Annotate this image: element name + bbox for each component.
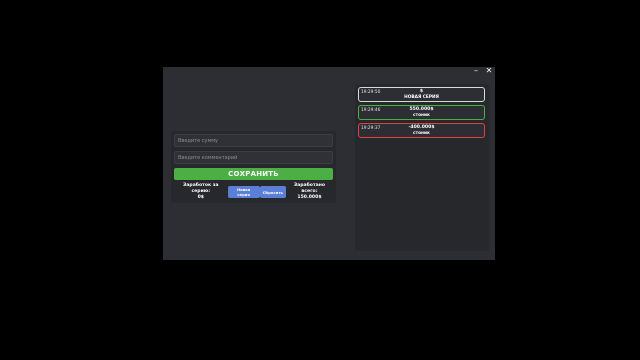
- log-entry-amount: -400.000$: [408, 125, 435, 130]
- history-panel: 19:29:50 $ НОВАЯ СЕРИЯ 19:29:46 550.000$…: [355, 84, 489, 251]
- total-earnings: Заработано всего: 150.000$: [286, 183, 333, 201]
- window-controls: – ✕: [472, 67, 493, 75]
- log-entry-label: стоник: [413, 131, 430, 136]
- stats-row: Заработок за серию: 0$ Новая серия Сброс…: [174, 183, 333, 201]
- app-window: – ✕ СОХРАНИТЬ Заработок за серию: 0$ Нов…: [163, 67, 495, 260]
- save-button[interactable]: СОХРАНИТЬ: [174, 168, 333, 180]
- total-earnings-label: Заработано всего:: [293, 183, 326, 194]
- series-earnings-value: 0$: [197, 195, 204, 200]
- log-entry: 19:29:50 $ НОВАЯ СЕРИЯ: [358, 87, 485, 102]
- series-earnings: Заработок за серию: 0$: [174, 183, 228, 201]
- comment-input[interactable]: [174, 151, 333, 164]
- close-icon[interactable]: ✕: [485, 67, 493, 75]
- log-entry-label: стоник: [413, 113, 430, 118]
- reset-button[interactable]: Сбросить: [259, 186, 286, 198]
- log-entry-amount: $: [419, 89, 424, 94]
- entry-form-panel: СОХРАНИТЬ Заработок за серию: 0$ Новая с…: [171, 131, 336, 203]
- series-earnings-label: Заработок за серию:: [183, 183, 219, 194]
- total-earnings-value: 150.000$: [297, 195, 322, 200]
- log-entry-label: НОВАЯ СЕРИЯ: [404, 95, 439, 100]
- log-entry-amount: 550.000$: [409, 107, 434, 112]
- amount-input[interactable]: [174, 134, 333, 147]
- log-entry: 19:29:46 550.000$ стоник: [358, 105, 485, 120]
- new-series-button[interactable]: Новая серия: [227, 186, 260, 198]
- log-entry: 19:29:37 -400.000$ стоник: [358, 123, 485, 138]
- minimize-icon[interactable]: –: [472, 67, 480, 75]
